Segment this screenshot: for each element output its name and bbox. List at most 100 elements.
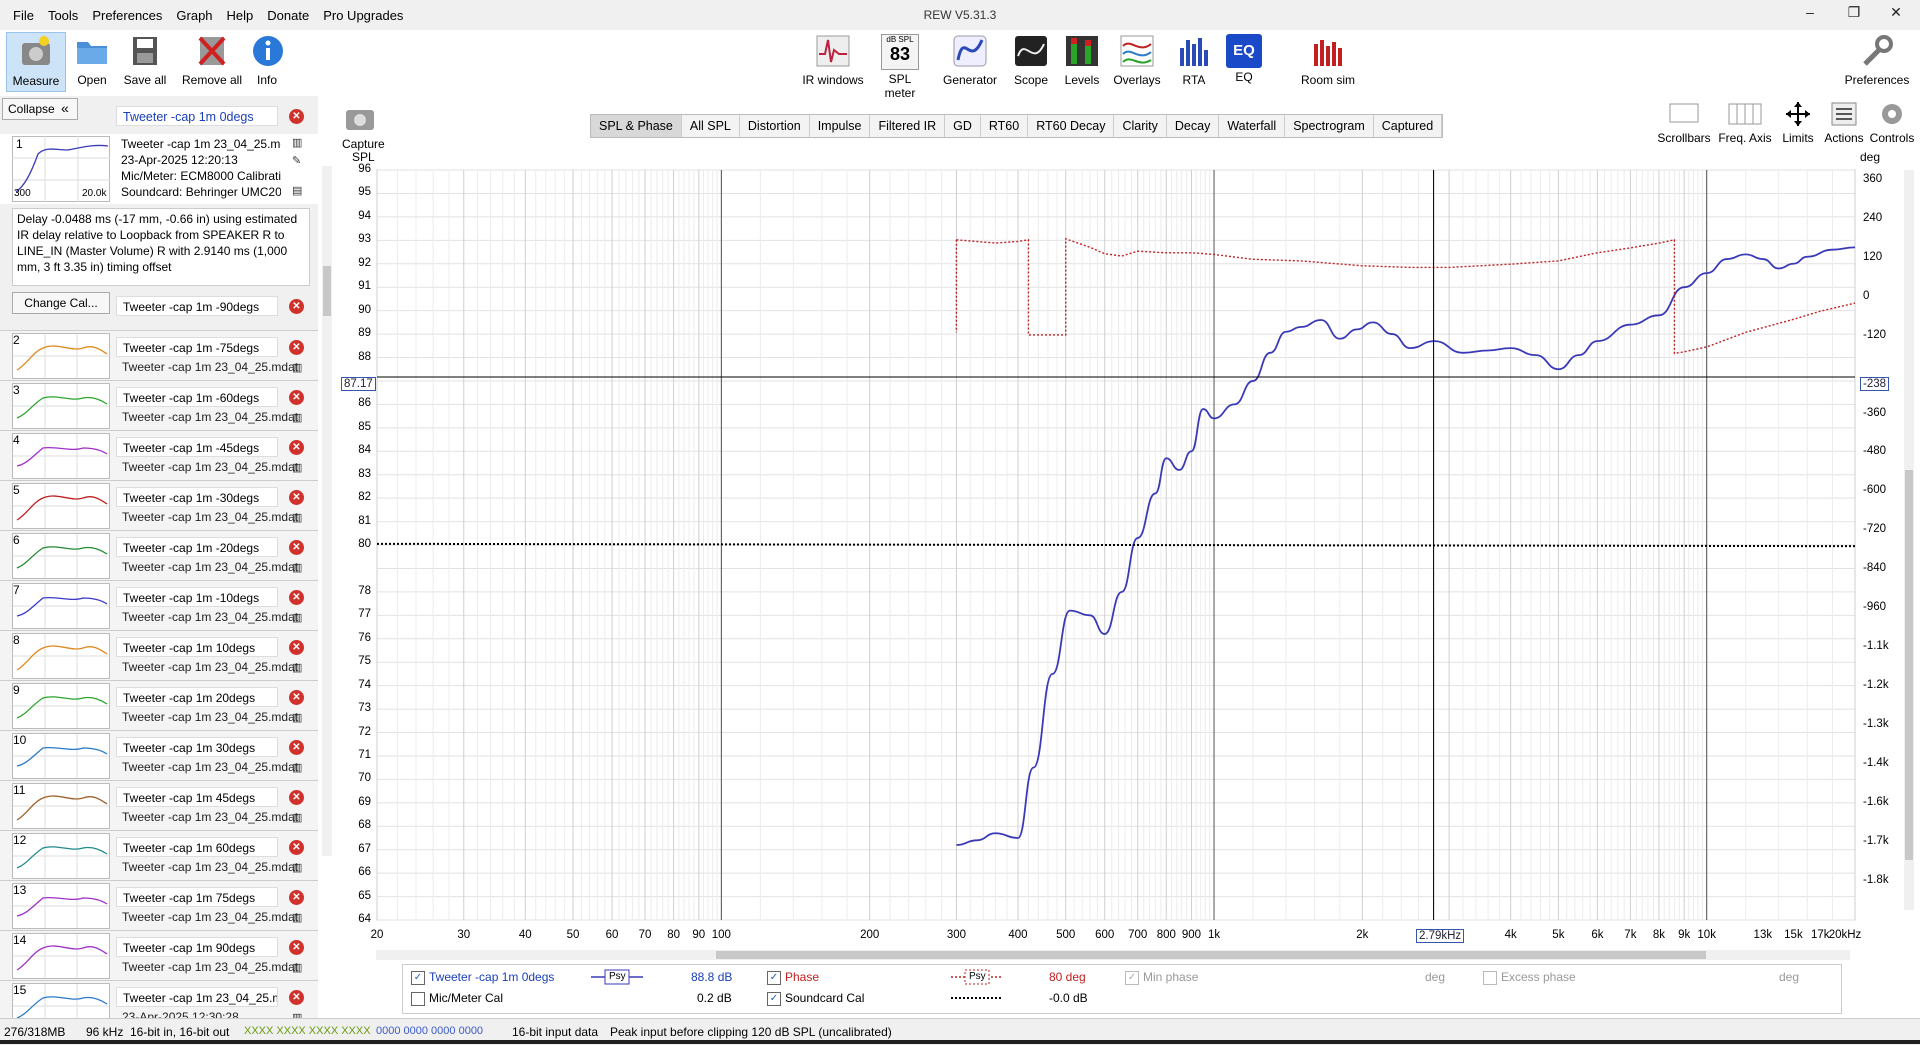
remove-measurement-icon[interactable]: ✕ (289, 299, 304, 314)
tab-spl-phase[interactable]: SPL & Phase (591, 115, 682, 137)
tab-gd[interactable]: GD (945, 115, 981, 137)
remove-measurement-icon[interactable]: ✕ (289, 640, 304, 655)
measurement-name-field[interactable]: Tweeter -cap 1m 60degs (116, 837, 278, 857)
measurement-row[interactable]: 2 Tweeter -cap 1m -75degs Tweeter -cap 1m … (0, 330, 318, 381)
measurement-name-field[interactable]: Tweeter -cap 1m 30degs (116, 737, 278, 757)
measurement-row[interactable]: 6 Tweeter -cap 1m -20degs Tweeter -cap 1m … (0, 530, 318, 581)
graph-scrollbar[interactable] (376, 950, 1850, 960)
measurement-row[interactable]: 4 Tweeter -cap 1m -45degs Tweeter -cap 1m … (0, 430, 318, 481)
measurement-name-field[interactable]: Tweeter -cap 1m 23_04_25.mdat (116, 987, 278, 1007)
trace-checkbox[interactable]: ✓ (411, 971, 425, 985)
tab-impulse[interactable]: Impulse (810, 115, 871, 137)
room-sim-button[interactable]: Room sim (1300, 32, 1356, 87)
overlays-button[interactable]: Overlays (1112, 32, 1162, 87)
chart-icon[interactable]: ▥ (292, 911, 302, 924)
selected-measurement-name-field[interactable]: Tweeter -cap 1m 0degs (116, 106, 278, 126)
change-cal-button[interactable]: Change Cal... (12, 292, 110, 314)
remove-measurement-icon[interactable]: ✕ (289, 790, 304, 805)
measurement-row[interactable]: 8 Tweeter -cap 1m 10degs Tweeter -cap 1m 2… (0, 630, 318, 681)
eq-button[interactable]: EQ EQ (1226, 32, 1262, 84)
measurement-row[interactable]: 9 Tweeter -cap 1m 20degs Tweeter -cap 1m 2… (0, 680, 318, 731)
chart-icon[interactable]: ▥ (292, 861, 302, 874)
tab-captured[interactable]: Captured (1374, 115, 1443, 137)
graph-vertical-scrollbar-thumb[interactable] (1905, 470, 1913, 860)
generator-button[interactable]: Generator (940, 32, 1000, 87)
measurement-thumbnail[interactable] (12, 933, 110, 979)
preferences-button[interactable]: Preferences (1842, 32, 1912, 87)
spl-meter-button[interactable]: dB SPL 83 SPL meter (872, 32, 928, 100)
measurement-thumbnail[interactable] (12, 333, 110, 379)
chart-icon[interactable]: ▥ (292, 661, 302, 674)
levels-button[interactable]: Levels (1062, 32, 1102, 87)
tab-clarity[interactable]: Clarity (1114, 115, 1167, 137)
measurement-name-field[interactable]: Tweeter -cap 1m 10degs (116, 637, 278, 657)
remove-all-button[interactable]: Remove all (180, 32, 244, 87)
actions-button[interactable]: Actions (1822, 100, 1866, 145)
spl-phase-graph[interactable] (330, 150, 1910, 950)
rta-button[interactable]: RTA (1176, 32, 1212, 87)
scrollbars-button[interactable]: Scrollbars (1656, 100, 1712, 145)
measurement-thumbnail[interactable] (12, 833, 110, 879)
measurement-row[interactable]: 5 Tweeter -cap 1m -30degs Tweeter -cap 1m … (0, 480, 318, 531)
chart-icon[interactable]: ▥ (292, 611, 302, 624)
remove-measurement-icon[interactable]: ✕ (289, 690, 304, 705)
chart-icon[interactable]: ▥ (292, 411, 302, 424)
graph-scrollbar-thumb[interactable] (716, 951, 1706, 959)
mic-cal-checkbox[interactable] (411, 992, 425, 1006)
measurement-name-field[interactable]: Tweeter -cap 1m -10degs (116, 587, 278, 607)
measurement-thumbnail[interactable] (12, 583, 110, 629)
freq-axis-button[interactable]: Freq. Axis (1716, 100, 1774, 145)
remove-measurement-icon[interactable]: ✕ (289, 990, 304, 1005)
measurement-name-field[interactable]: Tweeter -cap 1m 75degs (116, 887, 278, 907)
tab-filtered-ir[interactable]: Filtered IR (870, 115, 946, 137)
tab-waterfall[interactable]: Waterfall (1219, 115, 1286, 137)
measurement-thumbnail[interactable] (12, 683, 110, 729)
measurement-name-field[interactable]: Tweeter -cap 1m -60degs (116, 387, 278, 407)
measurement-row[interactable]: 13 Tweeter -cap 1m 75degs Tweeter -cap 1m … (0, 880, 318, 931)
measurement-thumbnail[interactable] (12, 633, 110, 679)
chart-icon[interactable]: ▥ (292, 761, 302, 774)
close-window-button[interactable]: ✕ (1876, 4, 1916, 26)
chart-icon[interactable]: ▥ (292, 961, 302, 974)
remove-measurement-icon[interactable]: ✕ (289, 840, 304, 855)
measure-button[interactable]: Measure (6, 32, 66, 92)
remove-measurement-icon[interactable]: ✕ (289, 890, 304, 905)
chart-icon[interactable]: ▥ (292, 361, 302, 374)
soundcard-cal-checkbox[interactable]: ✓ (767, 992, 781, 1006)
tab-rt60[interactable]: RT60 (981, 115, 1029, 137)
measurement-name-field[interactable]: Tweeter -cap 1m 45degs (116, 787, 278, 807)
remove-measurement-icon[interactable]: ✕ (289, 440, 304, 455)
chart-icon[interactable]: ▥ (292, 511, 302, 524)
remove-measurement-icon[interactable]: ✕ (289, 540, 304, 555)
measurement-name-field[interactable]: Tweeter -cap 1m 90degs (116, 937, 278, 957)
measurement-thumbnail[interactable] (12, 533, 110, 579)
minimize-button[interactable]: – (1790, 4, 1830, 26)
scope-button[interactable]: Scope (1012, 32, 1050, 87)
limits-button[interactable]: Limits (1778, 100, 1818, 145)
edit-icon[interactable]: ✎ (292, 154, 301, 167)
remove-measurement-icon[interactable]: ✕ (289, 490, 304, 505)
measurement-thumbnail[interactable] (12, 733, 110, 779)
remove-measurement-icon[interactable]: ✕ (289, 740, 304, 755)
capture-button[interactable]: Capture (342, 102, 385, 151)
measurement-row[interactable]: 10 Tweeter -cap 1m 30degs Tweeter -cap 1m … (0, 730, 318, 781)
open-button[interactable]: Open (72, 32, 112, 87)
save-all-button[interactable]: Save all (120, 32, 170, 87)
maximize-button[interactable]: ❐ (1834, 4, 1874, 26)
measurement-name-field[interactable]: Tweeter -cap 1m -90degs (116, 296, 278, 316)
measurement-name-field[interactable]: Tweeter -cap 1m -20degs (116, 537, 278, 557)
chart-icon[interactable]: ▥ (292, 561, 302, 574)
measurement-name-field[interactable]: Tweeter -cap 1m -30degs (116, 487, 278, 507)
measurement-thumbnail[interactable] (12, 383, 110, 429)
phase-checkbox[interactable]: ✓ (767, 971, 781, 985)
measurement-thumbnail[interactable] (12, 783, 110, 829)
tab-rt60-decay[interactable]: RT60 Decay (1028, 115, 1115, 137)
tab-decay[interactable]: Decay (1167, 115, 1220, 137)
measurement-row[interactable]: 11 Tweeter -cap 1m 45degs Tweeter -cap 1m … (0, 780, 318, 831)
measurement-name-field[interactable]: Tweeter -cap 1m -75degs (116, 337, 278, 357)
chart-icon[interactable]: ▥ (292, 461, 302, 474)
collapse-button[interactable]: Collapse « (2, 98, 78, 120)
measurement-thumbnail[interactable] (12, 883, 110, 929)
measurement-row[interactable]: 3 Tweeter -cap 1m -60degs Tweeter -cap 1m … (0, 380, 318, 431)
measurement-name-field[interactable]: Tweeter -cap 1m 20degs (116, 687, 278, 707)
